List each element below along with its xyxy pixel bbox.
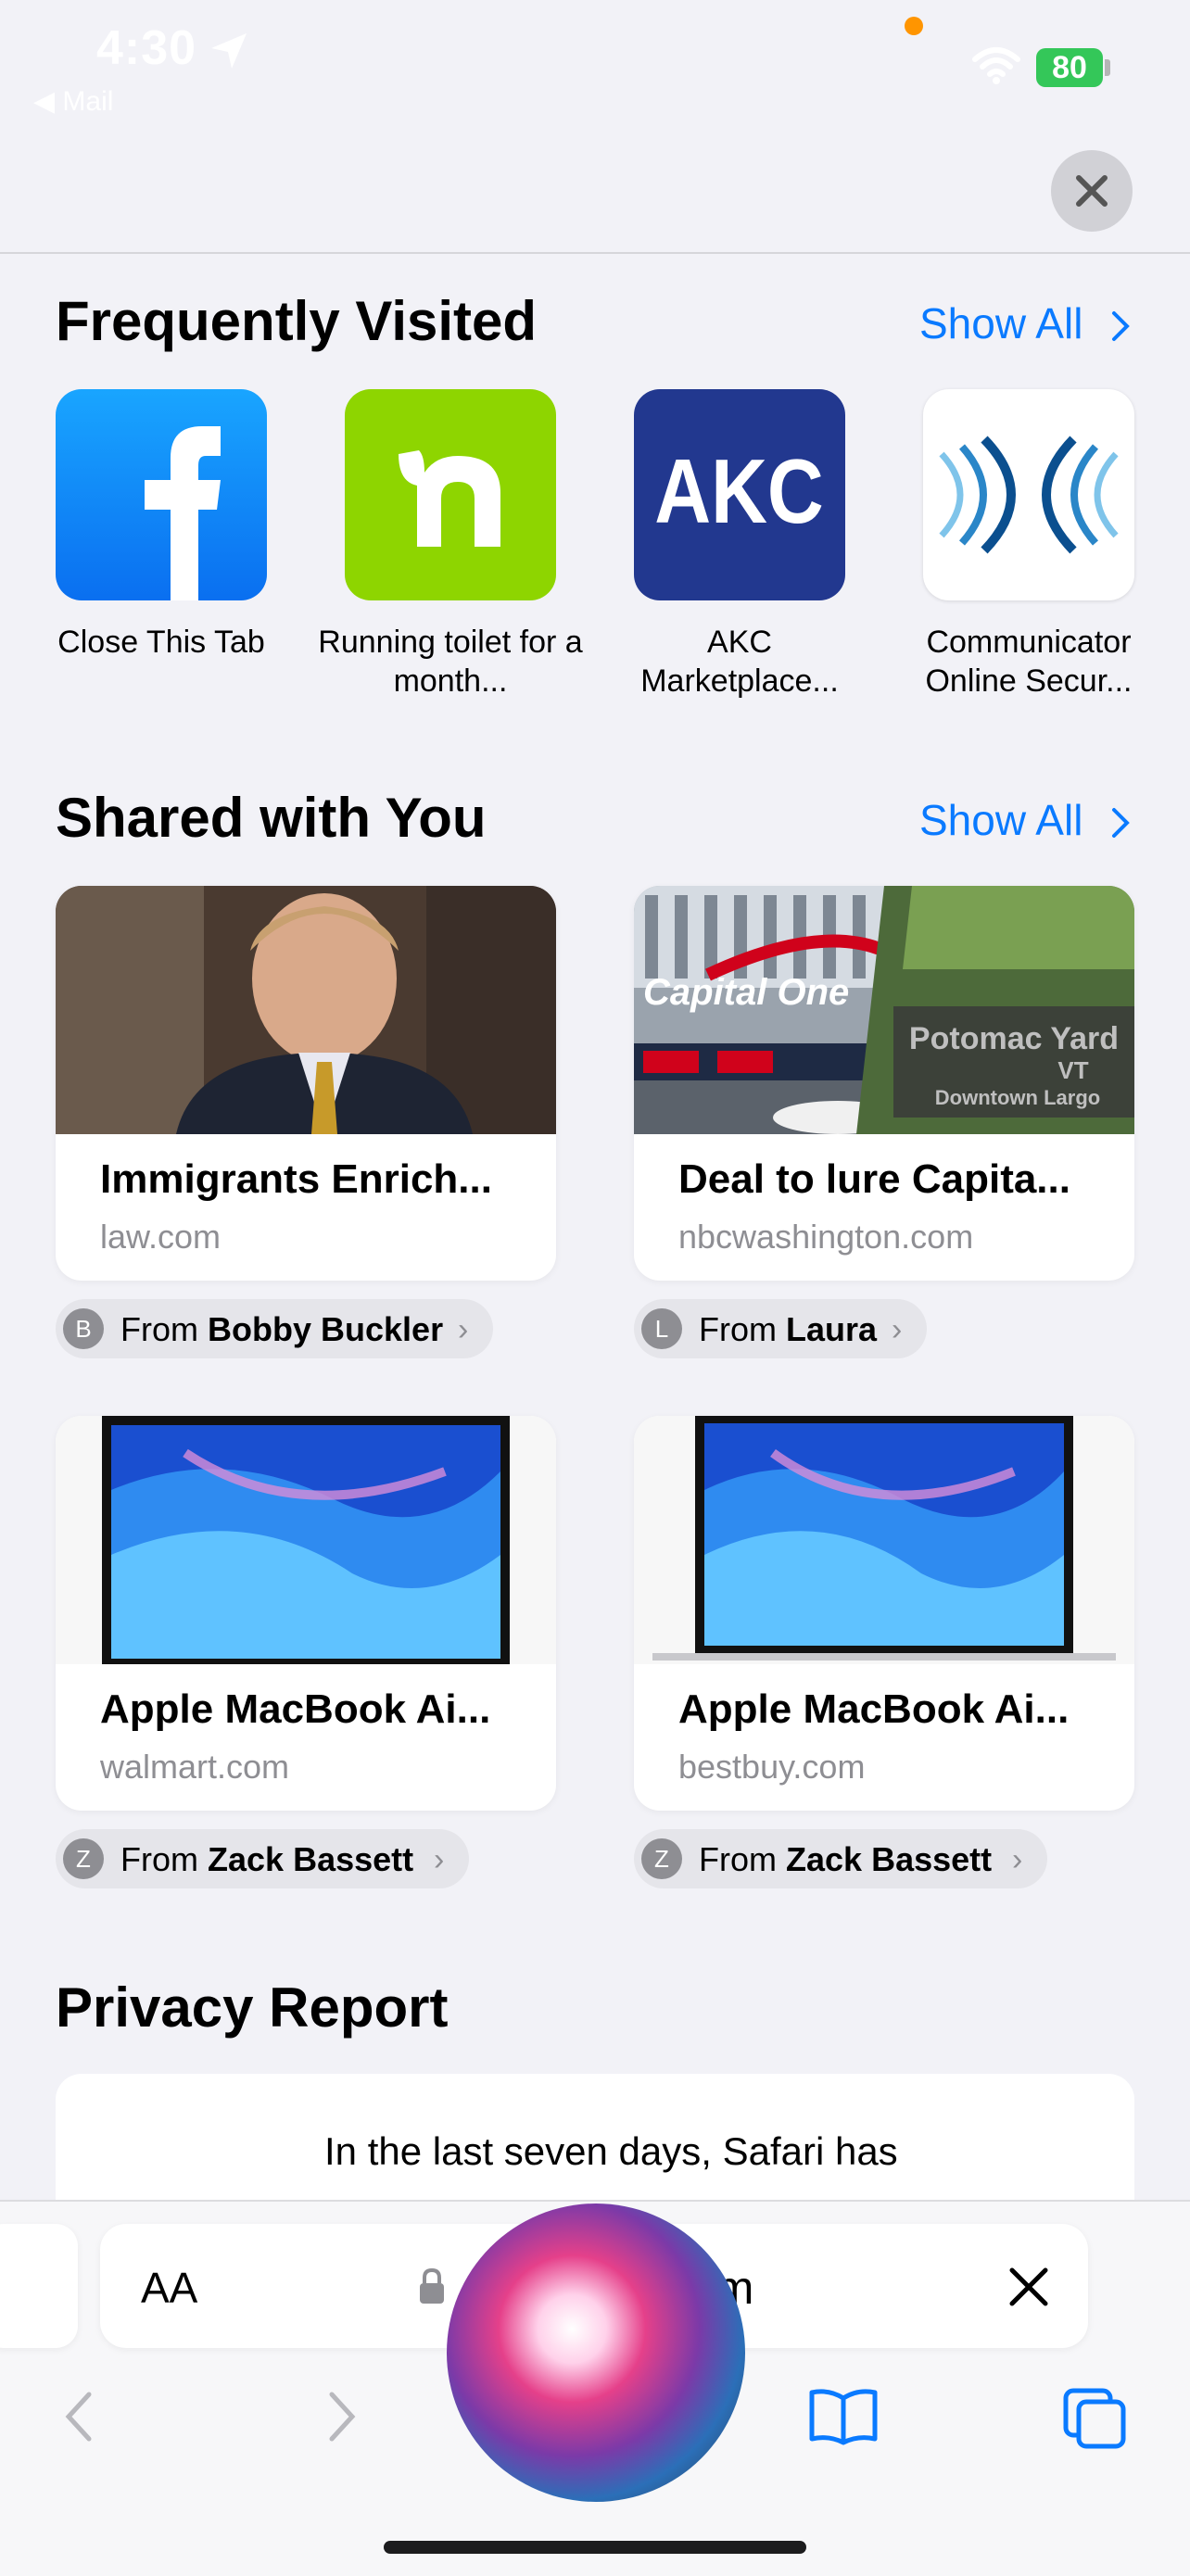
mic-indicator-dot — [905, 17, 923, 35]
card-title: Immigrants Enrich... — [100, 1156, 492, 1202]
favorite-facebook[interactable] — [56, 389, 267, 600]
wifi-icon — [972, 47, 1020, 84]
svg-text:AKC: AKC — [654, 441, 824, 542]
from-sender-pill[interactable]: B From Bobby Buckler › — [56, 1299, 493, 1358]
favorite-label: Communicator Online Secur... — [925, 625, 1133, 699]
shared-link-card[interactable]: Apple MacBook Ai... bestbuy.com — [634, 1416, 1134, 1811]
from-sender-text: From Zack Bassett — [699, 1840, 993, 1878]
back-to-mail-link[interactable]: ◀ Mail — [33, 85, 113, 118]
back-chevron-icon[interactable] — [57, 2389, 102, 2444]
lock-icon — [420, 2267, 444, 2304]
chevron-right-icon: › — [1012, 1842, 1023, 1877]
shared-link-card[interactable]: Apple MacBook Ai... walmart.com — [56, 1416, 556, 1811]
avatar: Z — [641, 1838, 682, 1879]
from-sender-text: From Bobby Buckler — [120, 1310, 444, 1348]
favorite-label: Running toilet for a month... — [318, 625, 583, 699]
frequently-visited-title: Frequently Visited — [56, 290, 538, 352]
privacy-report-title: Privacy Report — [56, 1976, 449, 2039]
chevron-right-icon: › — [434, 1842, 445, 1877]
avatar: Z — [63, 1838, 104, 1879]
favorite-label: Close This Tab — [57, 625, 265, 660]
close-start-page-button[interactable] — [1051, 150, 1133, 232]
bookmarks-icon[interactable] — [806, 2387, 880, 2446]
avatar: L — [641, 1308, 682, 1349]
card-thumbnail-macbook — [634, 1416, 1134, 1664]
privacy-report-text: In the last seven days, Safari has — [324, 2129, 898, 2173]
battery-tip — [1105, 59, 1110, 76]
chevron-right-icon: › — [458, 1312, 469, 1347]
card-title: Apple MacBook Ai... — [678, 1686, 1070, 1732]
card-thumbnail-macbook — [56, 1416, 556, 1664]
svg-text:VT: VT — [1057, 1056, 1088, 1084]
header-divider — [0, 252, 1190, 254]
clear-url-icon[interactable] — [1005, 2263, 1053, 2311]
portrait-photo — [56, 886, 556, 1134]
card-domain: law.com — [100, 1218, 222, 1256]
shared-with-you-show-all[interactable]: Show All — [919, 795, 1082, 845]
close-icon — [1076, 175, 1108, 207]
from-sender-pill[interactable]: L From Laura › — [634, 1299, 927, 1358]
from-sender-pill[interactable]: Z From Zack Bassett › — [634, 1829, 1047, 1888]
akc-icon: AKC — [654, 441, 824, 542]
status-time: 4:30 — [96, 21, 197, 75]
from-sender-text: From Laura — [699, 1310, 878, 1348]
home-indicator[interactable] — [384, 2541, 806, 2554]
facebook-icon — [145, 426, 221, 600]
from-sender-text: From Zack Bassett — [120, 1840, 414, 1878]
favorite-nextdoor[interactable] — [345, 389, 556, 600]
favorite-communicator[interactable] — [923, 389, 1134, 600]
card-domain: bestbuy.com — [678, 1748, 866, 1786]
favorite-akc[interactable]: AKC — [634, 389, 845, 600]
macbook-photo — [652, 1416, 1116, 1661]
card-thumbnail-capital-one: Capital One Potomac Yard VT Downtown Lar… — [634, 886, 1134, 1134]
communicator-icon — [939, 436, 1119, 554]
favorite-label: AKC Marketplace... — [640, 625, 839, 699]
card-title: Apple MacBook Ai... — [100, 1686, 491, 1732]
chevron-right-icon — [1112, 311, 1130, 341]
chevron-right-icon — [1112, 808, 1130, 838]
svg-text:Downtown Largo: Downtown Largo — [935, 1086, 1100, 1109]
siri-orb — [447, 2203, 745, 2502]
battery-level: 80 — [1036, 48, 1103, 87]
card-domain: nbcwashington.com — [678, 1218, 974, 1256]
svg-text:Potomac Yard: Potomac Yard — [909, 1021, 1119, 1056]
shared-link-card[interactable]: Immigrants Enrich... law.com — [56, 886, 556, 1281]
card-title: Deal to lure Capita... — [678, 1156, 1070, 1202]
forward-chevron-icon[interactable] — [319, 2389, 363, 2444]
macbook-photo — [102, 1416, 510, 1664]
frequently-visited-show-all[interactable]: Show All — [919, 298, 1082, 348]
from-sender-pill[interactable]: Z From Zack Bassett › — [56, 1829, 469, 1888]
card-domain: walmart.com — [100, 1748, 290, 1786]
tabs-icon[interactable] — [1062, 2387, 1129, 2450]
shared-link-card[interactable]: Capital One Potomac Yard VT Downtown Lar… — [634, 886, 1134, 1281]
reader-aa-button[interactable]: AA — [141, 2263, 197, 2313]
nextdoor-icon — [399, 450, 500, 547]
shared-with-you-title: Shared with You — [56, 787, 487, 849]
avatar: B — [63, 1308, 104, 1349]
location-arrow-icon — [211, 33, 247, 69]
previous-tab-preview[interactable] — [0, 2224, 78, 2348]
capital-one-photo: Capital One Potomac Yard VT Downtown Lar… — [634, 886, 1134, 1134]
chevron-right-icon: › — [892, 1312, 903, 1347]
card-thumbnail-portrait — [56, 886, 556, 1134]
svg-text:Capital One: Capital One — [643, 972, 849, 1013]
